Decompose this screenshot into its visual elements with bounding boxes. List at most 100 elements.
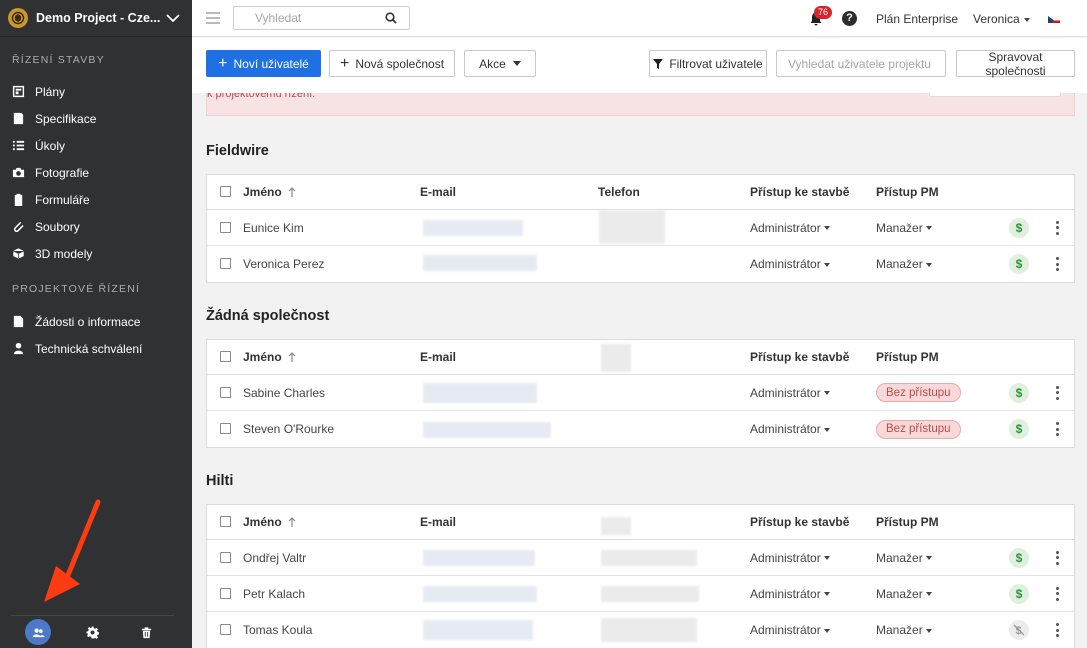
column-header-site-access[interactable]: Přístup ke stavbě xyxy=(750,175,849,209)
sidebar-item-photos[interactable]: Fotografie xyxy=(0,159,192,186)
sidebar-item-forms[interactable]: Formuláře xyxy=(0,186,192,213)
search-icon[interactable] xyxy=(385,12,397,24)
billing-disabled-dollar-icon[interactable]: $ xyxy=(1009,620,1029,640)
hamburger-menu-icon[interactable] xyxy=(206,12,220,24)
billing-dollar-icon[interactable]: $ xyxy=(1009,583,1029,604)
kebab-menu-icon[interactable] xyxy=(1055,422,1059,436)
row-checkbox[interactable] xyxy=(220,258,231,269)
sidebar-item-files[interactable]: Soubory xyxy=(0,213,192,240)
plus-icon: + xyxy=(218,54,228,72)
column-header-email[interactable]: E-mail xyxy=(420,340,456,374)
billing-dollar-icon[interactable]: $ xyxy=(1009,382,1029,403)
project-switcher[interactable]: Demo Project - Cze... xyxy=(0,0,192,37)
select-all-checkbox[interactable] xyxy=(220,516,231,527)
manage-companies-button[interactable]: Spravovat společnosti xyxy=(956,50,1075,78)
project-users-search xyxy=(776,50,946,77)
pm-access-dropdown[interactable]: Manažer xyxy=(876,540,932,575)
new-company-button[interactable]: + Nová společnost xyxy=(329,50,455,77)
billing-dollar-icon[interactable]: $ xyxy=(1009,254,1029,274)
billing-dollar-icon[interactable]: $ xyxy=(1009,419,1029,439)
project-users-search-input[interactable] xyxy=(777,51,945,76)
billing-dollar-icon[interactable]: $ xyxy=(1009,217,1029,238)
global-search xyxy=(233,6,410,30)
filter-users-button[interactable]: Filtrovat uživatele xyxy=(649,50,767,77)
table-row[interactable]: Petr Kalach Administrátor Manažer $ xyxy=(207,576,1074,612)
column-header-site-access[interactable]: Přístup ke stavbě xyxy=(750,340,849,374)
trash-icon[interactable] xyxy=(134,619,160,645)
table-header: Jméno E-mail Přístup ke stavbě Přístup P… xyxy=(207,340,1074,375)
row-checkbox[interactable] xyxy=(220,221,231,233)
caret-down-icon xyxy=(512,61,521,66)
column-header-email[interactable]: E-mail xyxy=(420,505,456,539)
pm-access-badge-wrap[interactable]: Bez přístupu xyxy=(876,375,961,410)
column-header-pm-access[interactable]: Přístup PM xyxy=(876,340,939,374)
kebab-menu-icon[interactable] xyxy=(1055,257,1059,271)
row-checkbox[interactable] xyxy=(220,624,231,635)
gear-icon[interactable] xyxy=(79,619,105,645)
kebab-menu-icon[interactable] xyxy=(1055,385,1059,400)
select-all-checkbox[interactable] xyxy=(220,351,231,362)
table-row[interactable]: Steven O'Rourke Administrátor Bez přístu… xyxy=(207,411,1074,447)
column-header-pm-access[interactable]: Přístup PM xyxy=(876,505,939,539)
users-table-hilti: Jméno E-mail Přístup ke stavbě Přístup P… xyxy=(206,504,1075,648)
column-header-name[interactable]: Jméno xyxy=(243,505,296,539)
czech-flag-icon[interactable] xyxy=(1048,14,1060,23)
sidebar-item-rfis[interactable]: Žádosti o informace xyxy=(0,308,192,335)
billing-dollar-icon[interactable]: $ xyxy=(1009,547,1029,568)
pm-access-dropdown[interactable]: Manažer xyxy=(876,246,932,282)
sidebar-item-3d-models[interactable]: 3D modely xyxy=(0,240,192,267)
kebab-menu-icon[interactable] xyxy=(1055,220,1059,235)
new-users-button[interactable]: + Noví uživatelé xyxy=(206,50,321,77)
select-all-checkbox[interactable] xyxy=(220,186,231,197)
users-icon[interactable] xyxy=(25,619,52,645)
row-checkbox[interactable] xyxy=(220,386,231,398)
pm-access-dropdown[interactable]: Manažer xyxy=(876,210,932,245)
site-access-dropdown[interactable]: Administrátor xyxy=(750,246,830,282)
table-row[interactable]: Eunice Kim Administrátor Manažer $ xyxy=(207,210,1074,246)
row-checkbox[interactable] xyxy=(220,551,231,563)
sidebar-item-tasks[interactable]: Úkoly xyxy=(0,132,192,159)
site-access-dropdown[interactable]: Administrátor xyxy=(750,540,830,575)
row-checkbox[interactable] xyxy=(220,423,231,434)
column-header-name[interactable]: Jméno xyxy=(243,340,296,374)
site-access-dropdown[interactable]: Administrátor xyxy=(750,210,830,245)
sidebar-item-label: 3D modely xyxy=(35,246,93,261)
phone-redacted xyxy=(601,586,699,602)
column-header-site-access[interactable]: Přístup ke stavbě xyxy=(750,505,849,539)
pm-access-dropdown[interactable]: Manažer xyxy=(876,576,932,611)
sidebar-item-specifications[interactable]: Specifikace xyxy=(0,105,192,132)
pm-access-dropdown[interactable]: Manažer xyxy=(876,612,932,648)
sidebar-item-plans[interactable]: Plány xyxy=(0,78,192,105)
kebab-menu-icon[interactable] xyxy=(1055,586,1059,601)
sidebar: Demo Project - Cze... ŘÍZENÍ STAVBY Plán… xyxy=(0,0,192,648)
user-name: Eunice Kim xyxy=(243,220,304,235)
pm-access-value: Manažer xyxy=(876,220,923,235)
column-header-phone[interactable]: Telefon xyxy=(598,175,640,209)
site-access-dropdown[interactable]: Administrátor xyxy=(750,612,830,648)
caret-down-icon xyxy=(823,628,830,633)
no-access-badge: Bez přístupu xyxy=(876,419,961,439)
row-checkbox[interactable] xyxy=(220,587,231,599)
table-row[interactable]: Sabine Charles Administrátor Bez přístup… xyxy=(207,375,1074,411)
table-row[interactable]: Tomas Koula Administrátor Manažer $ xyxy=(207,612,1074,648)
table-row[interactable]: Ondřej Valtr Administrátor Manažer $ xyxy=(207,540,1074,576)
actions-dropdown-button[interactable]: Akce xyxy=(464,50,536,77)
site-access-dropdown[interactable]: Administrátor xyxy=(750,375,830,410)
global-search-input[interactable] xyxy=(234,7,379,29)
kebab-menu-icon[interactable] xyxy=(1055,550,1059,565)
help-icon[interactable]: ? xyxy=(842,11,857,26)
kebab-menu-icon[interactable] xyxy=(1055,623,1059,637)
column-header-email[interactable]: E-mail xyxy=(420,175,456,209)
pm-access-badge-wrap[interactable]: Bez přístupu xyxy=(876,411,961,447)
column-header-pm-access[interactable]: Přístup PM xyxy=(876,175,939,209)
sidebar-item-submittals[interactable]: Technická schválení xyxy=(0,335,192,362)
caret-down-icon xyxy=(1023,17,1030,22)
caret-down-icon xyxy=(823,391,830,395)
column-header-name[interactable]: Jméno xyxy=(243,175,296,209)
user-menu[interactable]: Veronica xyxy=(973,12,1030,26)
plan-label[interactable]: Plán Enterprise xyxy=(876,12,958,26)
table-row[interactable]: Veronica Perez Administrátor Manažer $ xyxy=(207,246,1074,282)
site-access-dropdown[interactable]: Administrátor xyxy=(750,411,830,447)
chevron-down-icon[interactable] xyxy=(162,7,184,29)
site-access-dropdown[interactable]: Administrátor xyxy=(750,576,830,611)
